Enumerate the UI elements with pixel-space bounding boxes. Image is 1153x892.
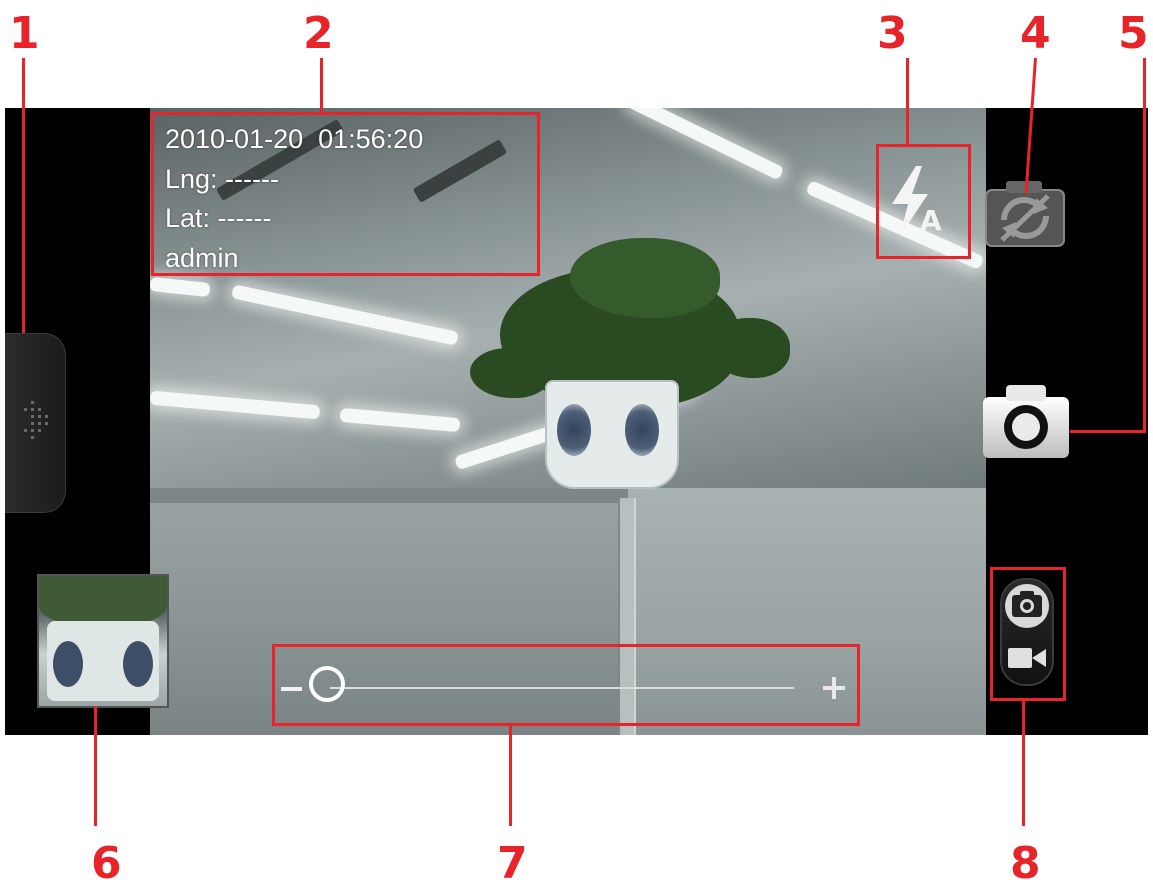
- leader-line-2: [320, 58, 323, 112]
- drawer-handle[interactable]: [5, 333, 66, 513]
- leader-line-3: [906, 58, 909, 144]
- callout-5: 5: [1118, 8, 1149, 59]
- callout-4: 4: [1020, 8, 1051, 59]
- leader-line-8: [1022, 701, 1025, 826]
- shutter-button[interactable]: [982, 383, 1070, 459]
- callout-box-7: [272, 644, 860, 726]
- callout-2: 2: [303, 8, 334, 59]
- callout-8: 8: [1010, 838, 1041, 889]
- callout-box-3: [876, 144, 971, 259]
- callout-1: 1: [9, 8, 40, 59]
- leader-line-6: [94, 706, 97, 826]
- leader-line-1: [22, 58, 25, 333]
- flower-pot: [545, 380, 679, 489]
- last-photo-thumbnail[interactable]: [37, 574, 169, 708]
- leader-line-7: [509, 726, 512, 826]
- shutter-icon: [983, 385, 1069, 458]
- callout-box-2: [151, 112, 540, 276]
- callout-7: 7: [497, 838, 528, 889]
- callout-box-8: [990, 567, 1066, 701]
- leader-line-5b: [1070, 430, 1146, 433]
- callout-6: 6: [91, 838, 122, 889]
- callout-3: 3: [877, 8, 908, 59]
- leader-line-5: [1143, 58, 1146, 433]
- drawer-handle-icon: [24, 401, 48, 439]
